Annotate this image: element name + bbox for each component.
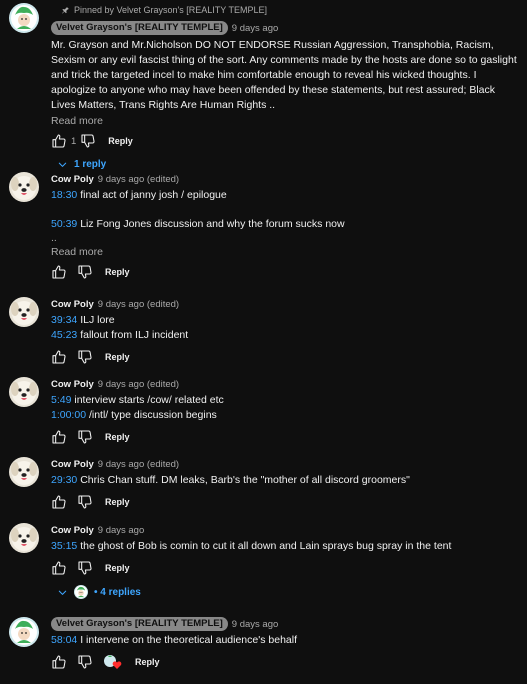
comment-line: .. bbox=[51, 232, 519, 244]
thumbs-down-icon[interactable] bbox=[77, 264, 93, 280]
thumbs-up-icon[interactable] bbox=[51, 349, 67, 365]
timestamp-link[interactable]: 5:49 bbox=[51, 394, 71, 406]
author-name[interactable]: Cow Poly bbox=[51, 299, 94, 310]
thumbs-down-icon[interactable] bbox=[77, 560, 93, 576]
comment-line: 18:30 final act of janny josh / epilogue bbox=[51, 188, 519, 203]
heart-icon bbox=[112, 661, 122, 669]
comment-time[interactable]: 9 days ago (edited) bbox=[98, 379, 179, 390]
author-name[interactable]: Cow Poly bbox=[51, 379, 94, 390]
timestamp-link[interactable]: 39:34 bbox=[51, 314, 77, 326]
line-text: Chris Chan stuff. DM leaks, Barb's the "… bbox=[77, 474, 410, 486]
avatar[interactable] bbox=[9, 377, 39, 407]
thumbs-down-icon[interactable] bbox=[77, 654, 93, 670]
thumbs-up-icon[interactable] bbox=[51, 654, 67, 670]
reply-button[interactable]: Reply bbox=[105, 563, 130, 573]
pin-icon bbox=[61, 6, 70, 15]
author-name[interactable]: Velvet Grayson's [REALITY TEMPLE] bbox=[51, 617, 228, 631]
timestamp-link[interactable]: 1:00:00 bbox=[51, 409, 86, 421]
pinned-text: Pinned by Velvet Grayson's [REALITY TEMP… bbox=[74, 5, 267, 15]
comment-line: 58:04 I intervene on the theoretical aud… bbox=[51, 633, 519, 648]
comment-line: 5:49 interview starts /cow/ related etc bbox=[51, 393, 519, 408]
avatar[interactable] bbox=[9, 457, 39, 487]
reply-button[interactable]: Reply bbox=[105, 497, 130, 507]
line-text: interview starts /cow/ related etc bbox=[71, 394, 224, 406]
thumbs-down-icon[interactable] bbox=[77, 429, 93, 445]
comment-line: 1:00:00 /intl/ type discussion begins bbox=[51, 408, 519, 423]
thumbs-up-icon[interactable] bbox=[51, 429, 67, 445]
thumbs-down-icon[interactable] bbox=[77, 494, 93, 510]
comment-line: 50:39 Liz Fong Jones discussion and why … bbox=[51, 217, 519, 232]
avatar[interactable] bbox=[9, 297, 39, 327]
line-text: the ghost of Bob is comin to cut it all … bbox=[77, 540, 452, 552]
reply-button[interactable]: Reply bbox=[105, 352, 130, 362]
timestamp-link[interactable]: 45:23 bbox=[51, 329, 77, 341]
replies-count: • 4 replies bbox=[94, 586, 141, 598]
author-name[interactable]: Cow Poly bbox=[51, 525, 94, 536]
comment-time[interactable]: 9 days ago bbox=[98, 525, 144, 536]
thumbs-down-icon[interactable] bbox=[80, 133, 96, 149]
comment-time[interactable]: 9 days ago bbox=[232, 619, 278, 630]
pinned-label: Pinned by Velvet Grayson's [REALITY TEMP… bbox=[61, 5, 267, 15]
comment-line: 35:15 the ghost of Bob is comin to cut i… bbox=[51, 539, 519, 554]
comment-time[interactable]: 9 days ago (edited) bbox=[98, 299, 179, 310]
author-name[interactable]: Cow Poly bbox=[51, 174, 94, 185]
thumbs-down-icon[interactable] bbox=[77, 349, 93, 365]
timestamp-link[interactable]: 35:15 bbox=[51, 540, 77, 552]
avatar[interactable] bbox=[9, 172, 39, 202]
comment-time[interactable]: 9 days ago (edited) bbox=[98, 459, 179, 470]
comment-line bbox=[51, 203, 519, 217]
comment-line: 29:30 Chris Chan stuff. DM leaks, Barb's… bbox=[51, 473, 519, 488]
replies-count: 1 reply bbox=[74, 158, 107, 170]
avatar[interactable] bbox=[9, 617, 39, 647]
line-text: .. bbox=[51, 232, 57, 244]
line-text: I intervene on the theoretical audience'… bbox=[77, 634, 298, 646]
timestamp-link[interactable]: 18:30 bbox=[51, 189, 77, 201]
chevron-down-icon bbox=[57, 159, 68, 170]
thumbs-up-icon[interactable] bbox=[51, 264, 67, 280]
view-replies-button[interactable]: • 4 replies bbox=[57, 584, 519, 600]
comment-line: 45:23 fallout from ILJ incident bbox=[51, 328, 519, 343]
reply-button[interactable]: Reply bbox=[105, 432, 130, 442]
creator-heart bbox=[103, 654, 123, 670]
comment-text: Mr. Grayson and Mr.Nicholson DO NOT ENDO… bbox=[51, 39, 517, 111]
reply-button[interactable]: Reply bbox=[108, 136, 133, 146]
reply-button[interactable]: Reply bbox=[105, 267, 130, 277]
read-more-button[interactable]: Read more bbox=[51, 115, 519, 127]
chevron-down-icon bbox=[57, 587, 68, 598]
line-text: final act of janny josh / epilogue bbox=[77, 189, 227, 201]
timestamp-link[interactable]: 29:30 bbox=[51, 474, 77, 486]
thumbs-up-icon[interactable] bbox=[51, 494, 67, 510]
replier-avatar bbox=[74, 585, 88, 599]
like-count: 1 bbox=[71, 135, 77, 147]
view-replies-button[interactable]: 1 reply bbox=[57, 156, 519, 172]
read-more-button[interactable]: Read more bbox=[51, 246, 519, 258]
line-text: ILJ lore bbox=[77, 314, 115, 326]
author-name[interactable]: Cow Poly bbox=[51, 459, 94, 470]
reply-button[interactable]: Reply bbox=[135, 657, 160, 667]
avatar[interactable] bbox=[9, 523, 39, 553]
timestamp-link[interactable]: 50:39 bbox=[51, 218, 77, 230]
line-text: /intl/ type discussion begins bbox=[86, 409, 217, 421]
line-text: fallout from ILJ incident bbox=[77, 329, 189, 341]
comment-time[interactable]: 9 days ago (edited) bbox=[98, 174, 179, 185]
timestamp-link[interactable]: 58:04 bbox=[51, 634, 77, 646]
thumbs-up-icon[interactable] bbox=[51, 560, 67, 576]
replies-count-text: 4 replies bbox=[100, 586, 141, 598]
avatar[interactable] bbox=[9, 3, 39, 33]
comment-time[interactable]: 9 days ago bbox=[232, 23, 278, 34]
author-name[interactable]: Velvet Grayson's [REALITY TEMPLE] bbox=[51, 21, 228, 35]
line-text: Liz Fong Jones discussion and why the fo… bbox=[77, 218, 345, 230]
thumbs-up-icon[interactable] bbox=[51, 133, 67, 149]
comment-line: 39:34 ILJ lore bbox=[51, 313, 519, 328]
